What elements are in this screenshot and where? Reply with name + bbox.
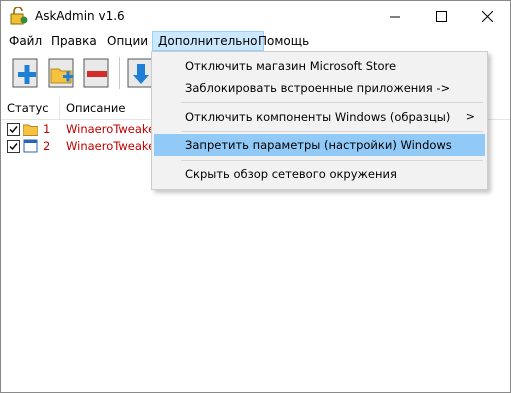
column-divider[interactable] [59,97,60,119]
toolbar-separator [119,57,120,89]
row-number: 2 [43,139,51,153]
menu-item-label: Отключить компоненты Windows (образцы) [185,110,451,124]
row-checkbox[interactable] [7,123,20,136]
row-description: WinaeroTweaker [66,122,160,136]
app-window: AskAdmin v1.6 Файл Правка Опции Дополнит… [0,0,511,393]
row-checkbox[interactable] [7,140,20,153]
menu-item-block-settings[interactable]: Запретить параметры (настройки) Windows [154,134,485,156]
row-description: WinaeroTweaker [66,139,160,153]
check-icon [9,126,18,134]
title-bar: AskAdmin v1.6 [1,1,510,31]
remove-icon [83,58,109,88]
menu-separator [181,160,483,161]
menu-item-disable-components[interactable]: Отключить компоненты Windows (образцы) > [154,106,485,128]
menu-item-disable-store[interactable]: Отключить магазин Microsoft Store [154,55,485,77]
menu-edit[interactable]: Правка [46,31,102,51]
menu-item-label: Запретить параметры (настройки) Windows [185,138,452,152]
menu-item-hide-network[interactable]: Скрыть обзор сетевого окружения [154,163,485,185]
menu-separator [181,102,483,103]
menu-help[interactable]: Помощь [253,31,314,51]
minimize-button[interactable] [372,1,418,31]
add-folder-button[interactable] [45,55,79,89]
check-icon [9,143,18,151]
add-file-button[interactable] [9,55,43,89]
submenu-arrow-icon: > [465,110,475,123]
folder-icon [23,124,38,136]
menu-item-label: Заблокировать встроенные приложения -> [185,81,451,95]
add-file-icon [12,58,38,88]
column-status[interactable]: Статус [7,101,49,115]
menu-item-block-builtin-apps[interactable]: Заблокировать встроенные приложения -> [154,77,485,99]
maximize-button[interactable] [418,1,464,31]
row-number: 1 [43,122,51,136]
menu-options[interactable]: Опции [102,31,153,51]
window-title: AskAdmin v1.6 [35,9,125,23]
close-icon [481,10,493,22]
add-folder-icon [48,58,74,88]
app-lock-icon [10,7,28,25]
maximize-icon [435,10,447,22]
menu-item-label: Отключить магазин Microsoft Store [185,59,397,73]
menu-advanced[interactable]: Дополнительно [152,31,264,51]
menu-file[interactable]: Файл [4,31,47,51]
column-description[interactable]: Описание [66,101,125,115]
menu-bar: Файл Правка Опции Дополнительно Помощь [1,31,510,51]
menu-separator [181,131,483,132]
menu-item-label: Скрыть обзор сетевого окружения [185,167,397,181]
window-icon [23,139,38,153]
close-button[interactable] [464,1,510,31]
minimize-icon [389,16,400,17]
advanced-dropdown-menu: Отключить магазин Microsoft Store Заблок… [151,51,488,190]
remove-button[interactable] [80,55,114,89]
